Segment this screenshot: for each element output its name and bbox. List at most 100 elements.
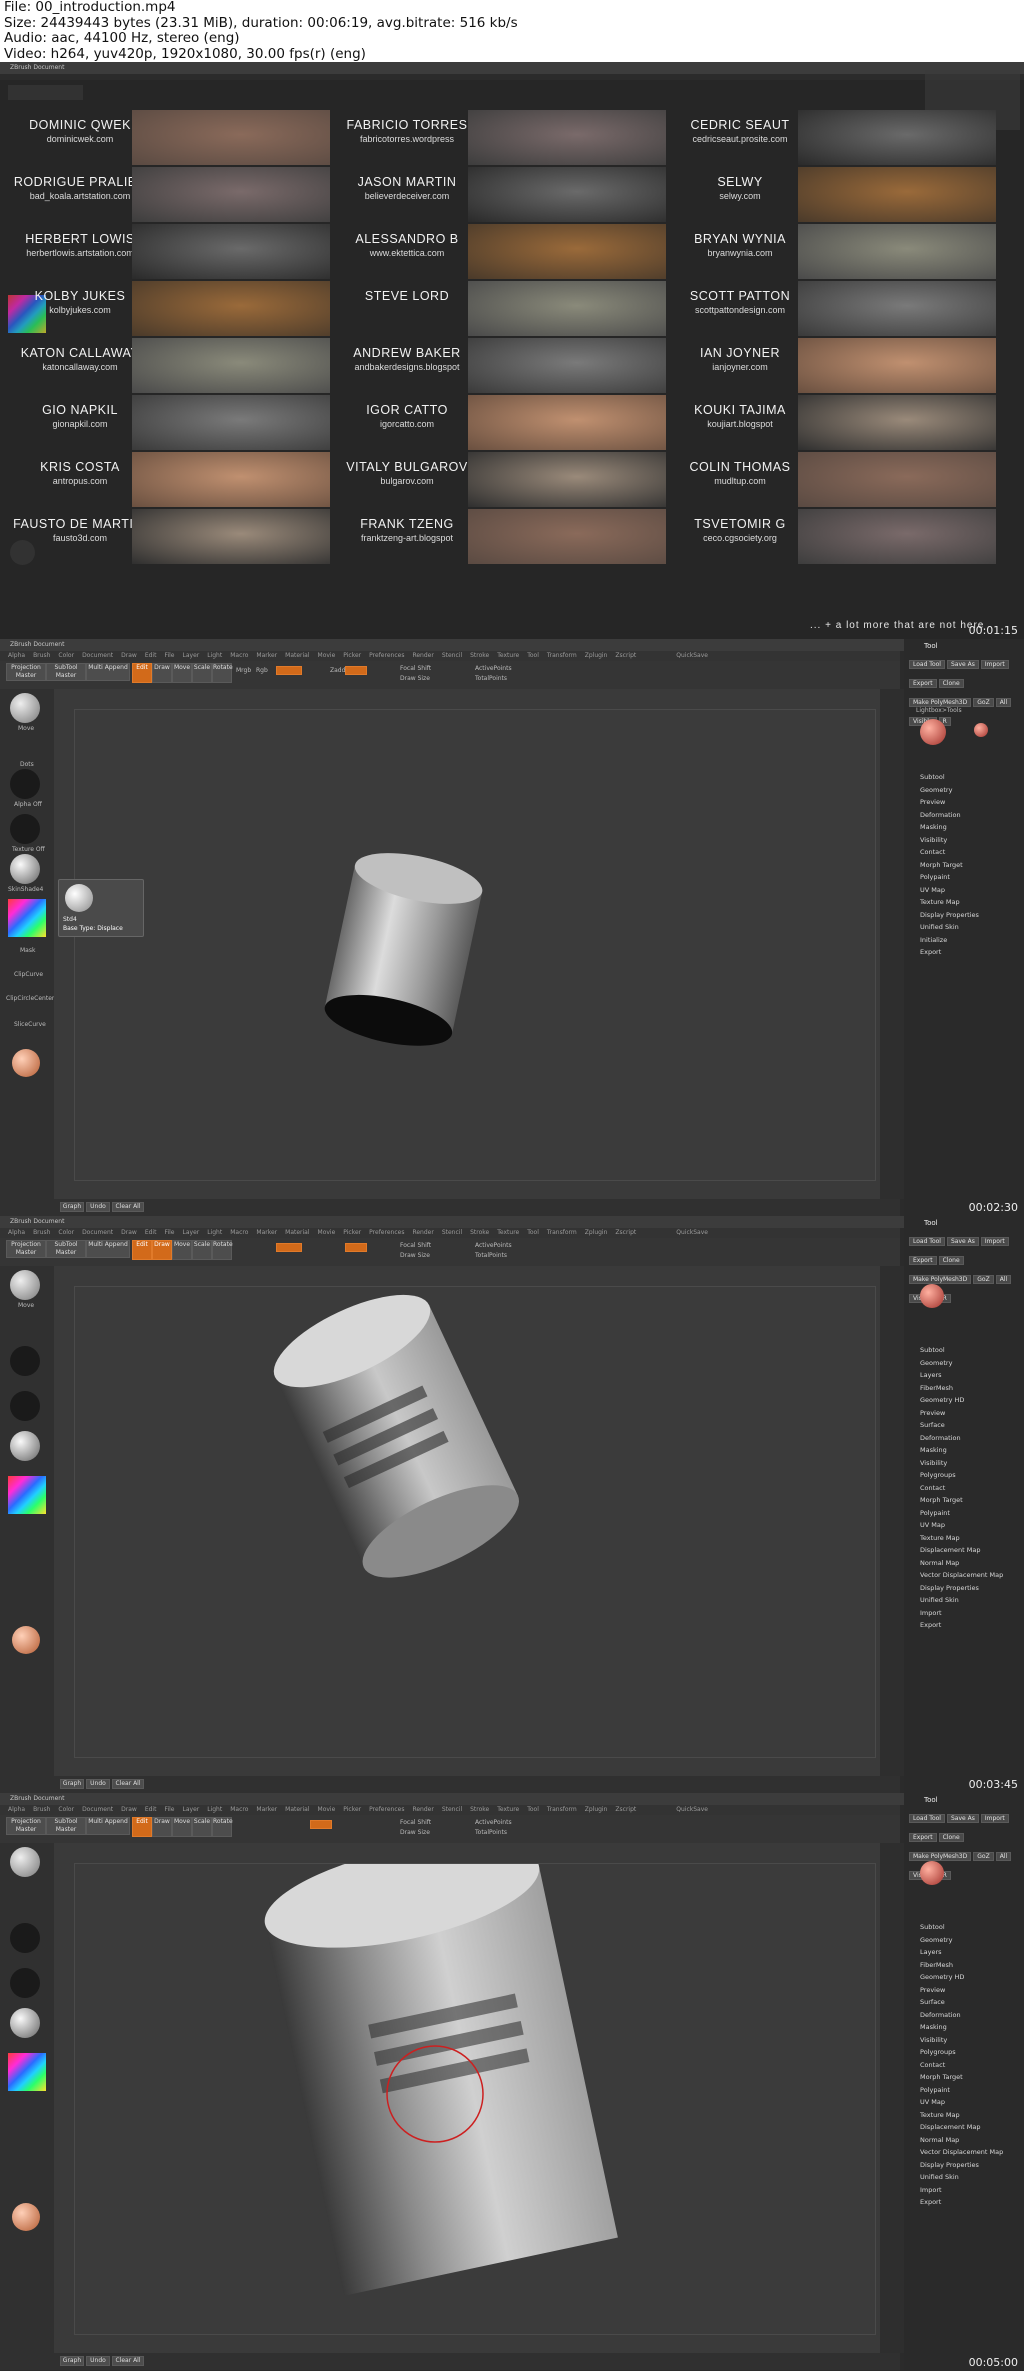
tray-button[interactable]: Make PolyMesh3D <box>909 1275 972 1284</box>
menu-item[interactable]: Edit <box>145 652 157 659</box>
alpha-icon[interactable] <box>10 1346 40 1376</box>
alpha-icon[interactable] <box>10 769 40 799</box>
menu-item[interactable]: Light <box>207 1229 222 1236</box>
menu-item[interactable]: Picker <box>343 652 361 659</box>
rotate-button[interactable]: Rotate <box>212 1817 233 1837</box>
clear-all-button[interactable]: Clear All <box>112 1779 144 1789</box>
menu-item[interactable]: Material <box>285 652 309 659</box>
tool-menu-item[interactable]: UV Map <box>904 1519 1024 1532</box>
quicksave-button[interactable]: QuickSave <box>676 1229 708 1236</box>
undo-button[interactable]: Undo <box>86 2356 110 2366</box>
menu-item[interactable]: Render <box>412 652 433 659</box>
tray-button[interactable]: Save As <box>946 660 979 669</box>
tool-menu-item[interactable]: Subtool <box>904 771 1024 784</box>
color-picker[interactable] <box>8 2053 46 2091</box>
menu-item[interactable]: Transform <box>547 1806 577 1813</box>
menu-item[interactable]: Transform <box>547 1229 577 1236</box>
graph-button[interactable]: Graph <box>60 1779 84 1789</box>
tool-menu-item[interactable]: Surface <box>904 1996 1024 2009</box>
quicksave-button[interactable]: QuickSave <box>676 652 708 659</box>
mrgb-label[interactable]: Mrgb <box>236 667 251 674</box>
graph-button[interactable]: Graph <box>60 1202 84 1212</box>
edit-button[interactable]: Edit <box>132 663 152 683</box>
tool-menu-item[interactable]: Polygroups <box>904 2046 1024 2059</box>
menu-item[interactable]: Picker <box>343 1229 361 1236</box>
menu-item[interactable]: Brush <box>33 1806 50 1813</box>
material-icon[interactable] <box>10 2008 40 2038</box>
menu-item[interactable]: File <box>164 1229 174 1236</box>
menu-item[interactable]: Picker <box>343 1806 361 1813</box>
tool-menu-item[interactable]: Display Properties <box>904 909 1024 922</box>
tray-button[interactable]: Clone <box>938 1256 964 1265</box>
tray-button[interactable]: Load Tool <box>909 1814 945 1823</box>
tool-menu-list[interactable]: Subtool Geometry Preview Deformation Masking… <box>904 771 1024 959</box>
rgb-intensity-slider[interactable] <box>276 666 302 675</box>
multi-append-button[interactable]: Multi Append <box>86 1240 130 1258</box>
tray-button[interactable]: Import <box>980 1237 1009 1246</box>
menu-item[interactable]: Tool <box>527 1229 539 1236</box>
draw-button[interactable]: Draw <box>152 663 172 683</box>
rotate-button[interactable]: Rotate <box>212 1240 233 1260</box>
tool-menu-item[interactable]: Vector Displacement Map <box>904 2146 1024 2159</box>
menu-item[interactable]: Movie <box>318 1229 336 1236</box>
menu-item[interactable]: Macro <box>230 652 248 659</box>
focal-shift-label[interactable]: Focal Shift <box>400 1819 431 1826</box>
tool-menu-item[interactable]: Deformation <box>904 2009 1024 2022</box>
graph-button[interactable]: Graph <box>60 2356 84 2366</box>
subtool-master-button[interactable]: SubTool Master <box>46 1240 86 1258</box>
menu-item[interactable]: Movie <box>318 652 336 659</box>
menu-item[interactable]: Material <box>285 1806 309 1813</box>
projection-master-button[interactable]: Projection Master <box>6 663 46 681</box>
tool-menu-item[interactable]: Geometry <box>904 1934 1024 1947</box>
rotate-button[interactable]: Rotate <box>212 663 233 683</box>
multi-append-button[interactable]: Multi Append <box>86 1817 130 1835</box>
quicksave-button[interactable]: QuickSave <box>676 1806 708 1813</box>
menu-item[interactable]: Alpha <box>8 652 25 659</box>
canvas[interactable] <box>54 1266 900 1776</box>
material-icon[interactable] <box>10 1431 40 1461</box>
menu-item[interactable]: Alpha <box>8 1229 25 1236</box>
basic-material-icon[interactable] <box>12 1626 40 1654</box>
tool-menu-item[interactable]: Masking <box>904 1444 1024 1457</box>
tray-button[interactable]: Save As <box>946 1814 979 1823</box>
menu-item[interactable]: Document <box>82 1229 113 1236</box>
menu-item[interactable]: Color <box>58 1806 74 1813</box>
tray-button[interactable]: Import <box>980 660 1009 669</box>
move-button[interactable]: Move <box>172 1240 192 1260</box>
tool-menu-item[interactable]: Initialize <box>904 934 1024 947</box>
tool-menu-item[interactable]: Masking <box>904 2021 1024 2034</box>
draw-button[interactable]: Draw <box>152 1240 172 1260</box>
tool-thumbnail-small[interactable] <box>974 723 988 737</box>
tray-button[interactable]: Make PolyMesh3D <box>909 1852 972 1861</box>
menu-item[interactable]: Zplugin <box>585 1806 608 1813</box>
cylinder-model-closeup[interactable] <box>75 1864 875 2334</box>
tool-menu-item[interactable]: Vector Displacement Map <box>904 1569 1024 1582</box>
menu-item[interactable]: Marker <box>256 1806 277 1813</box>
menu-bar[interactable]: Alpha Brush Color Document Draw Edit File Layer… <box>0 1805 900 1815</box>
tool-menu-item[interactable]: Subtool <box>904 1344 1024 1357</box>
tool-menu-item[interactable]: FiberMesh <box>904 1959 1024 1972</box>
menu-item[interactable]: Document <box>82 652 113 659</box>
tool-menu-item[interactable]: Morph Target <box>904 2071 1024 2084</box>
menu-item[interactable]: Texture <box>497 652 519 659</box>
menu-bar[interactable]: Alpha Brush Color Document Draw Edit File Layer… <box>0 651 900 661</box>
tool-menu-item[interactable]: Layers <box>904 1946 1024 1959</box>
tool-menu-item[interactable]: Subtool <box>904 1921 1024 1934</box>
tray-button[interactable]: GoZ <box>973 698 994 707</box>
tool-menu-item[interactable]: Export <box>904 946 1024 959</box>
tray-button[interactable]: Export <box>909 679 937 688</box>
menu-item[interactable]: Preferences <box>369 1229 404 1236</box>
tool-thumbnail[interactable] <box>920 719 946 745</box>
subtool-master-button[interactable]: SubTool Master <box>46 1817 86 1835</box>
canvas[interactable]: Std4 Base Type: Displace <box>54 689 900 1199</box>
tray-button[interactable]: Make PolyMesh3D <box>909 698 972 707</box>
tool-thumbnail[interactable] <box>920 1284 944 1308</box>
undo-button[interactable]: Undo <box>86 1202 110 1212</box>
edit-button[interactable]: Edit <box>132 1817 152 1837</box>
scale-button[interactable]: Scale <box>192 1817 212 1837</box>
tray-button[interactable]: Clone <box>938 1833 964 1842</box>
tool-menu-item[interactable]: Texture Map <box>904 2109 1024 2122</box>
tool-menu-item[interactable]: Texture Map <box>904 1532 1024 1545</box>
tool-menu-item[interactable]: Export <box>904 2196 1024 2209</box>
texture-icon[interactable] <box>10 1391 40 1421</box>
